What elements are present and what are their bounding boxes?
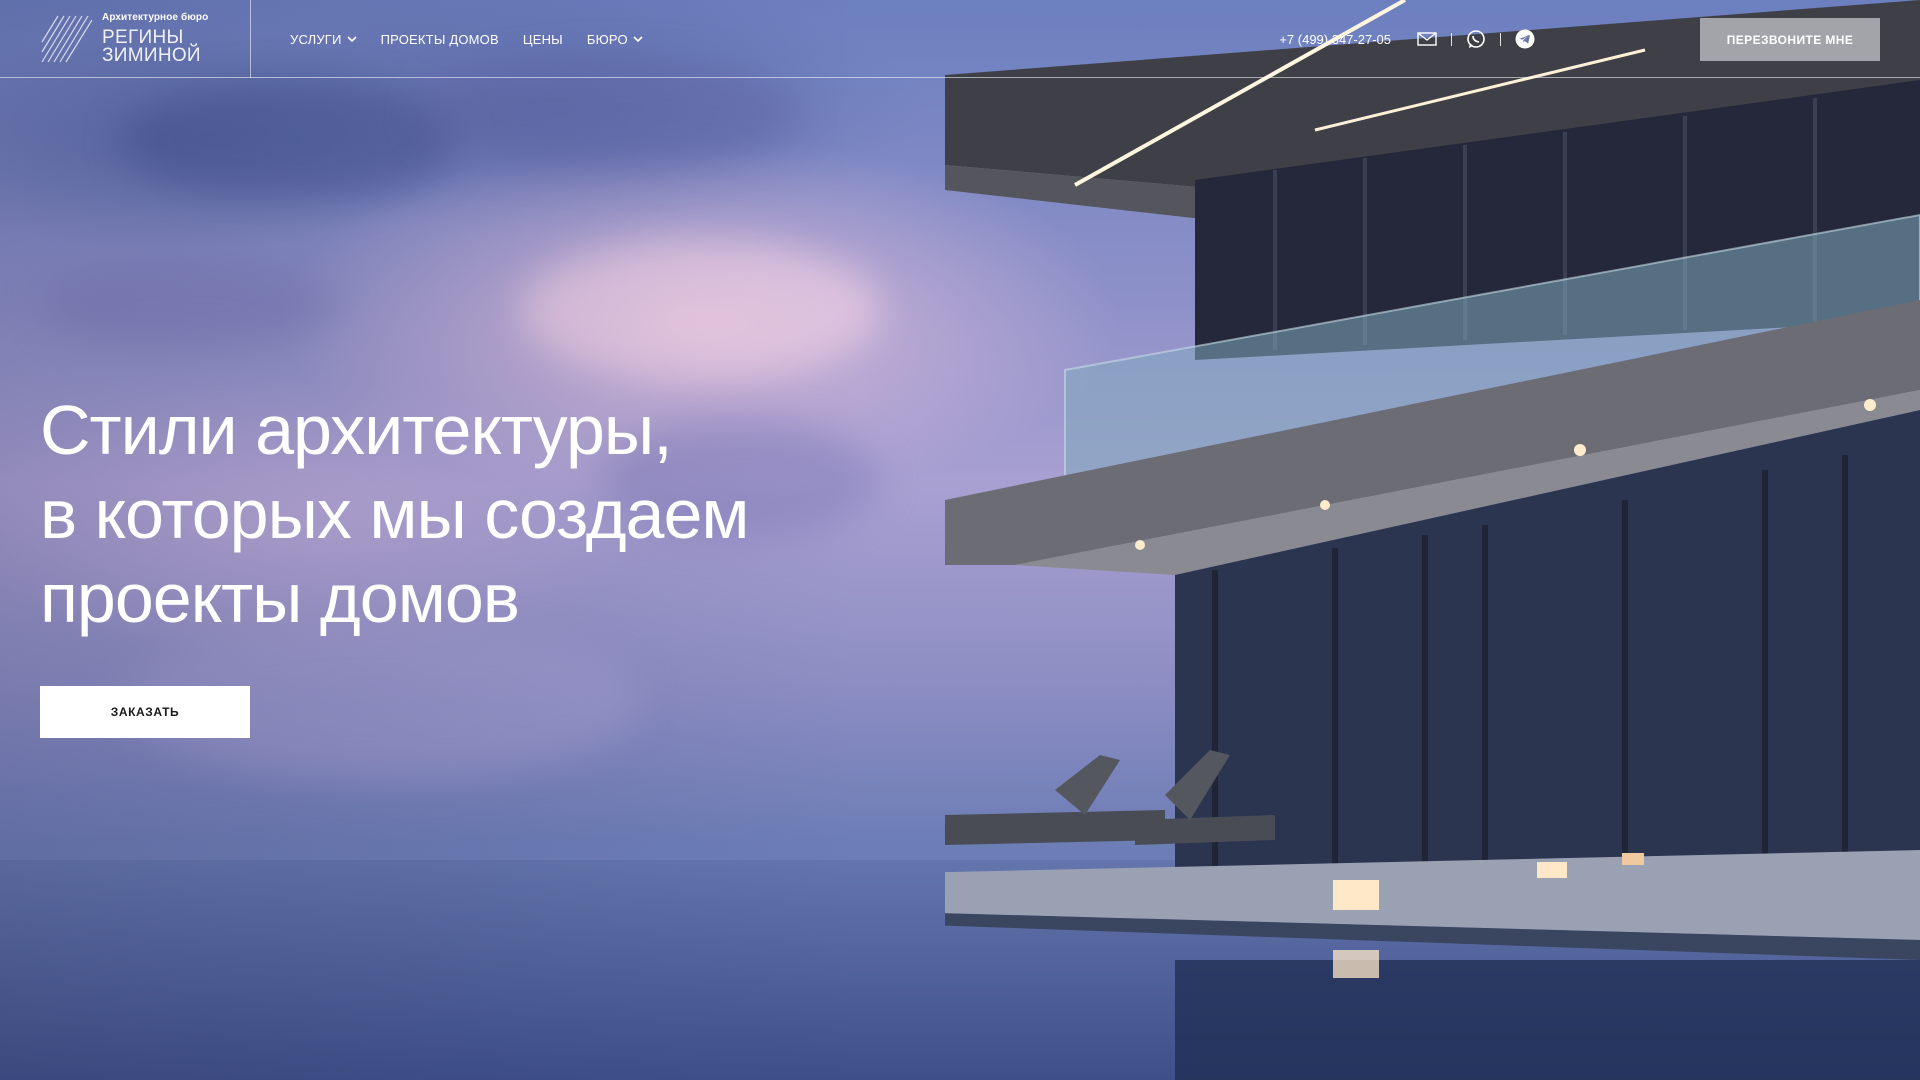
hero-title-line: Стили архитектуры, bbox=[40, 391, 673, 469]
hero-title-line: проекты домов bbox=[40, 559, 520, 637]
order-button[interactable]: ЗАКАЗАТЬ bbox=[40, 686, 250, 738]
nav-item-prices[interactable]: ЦЕНЫ bbox=[523, 32, 563, 47]
logo-mark-icon bbox=[41, 15, 92, 63]
logo-subtitle: Архитектурное бюро bbox=[102, 12, 209, 23]
chevron-down-icon bbox=[347, 36, 357, 43]
contact-separator bbox=[1451, 32, 1452, 46]
hero-title-line: в которых мы создаем bbox=[40, 475, 750, 553]
nav-item-label: УСЛУГИ bbox=[290, 31, 342, 47]
callback-button[interactable]: ПЕРЕЗВОНИТЕ МНЕ bbox=[1700, 18, 1880, 61]
nav-item-bureau[interactable]: БЮРО bbox=[587, 32, 643, 47]
logo-text: Архитектурное бюро РЕГИНЫ ЗИМИНОЙ bbox=[102, 12, 209, 66]
logo[interactable]: Архитектурное бюро РЕГИНЫ ЗИМИНОЙ bbox=[40, 10, 250, 68]
whatsapp-icon[interactable] bbox=[1466, 29, 1486, 49]
mail-icon[interactable] bbox=[1417, 29, 1437, 49]
phone-link[interactable]: +7 (499) 347-27-05 bbox=[1279, 32, 1391, 47]
telegram-icon[interactable] bbox=[1515, 29, 1535, 49]
header-divider bbox=[250, 0, 251, 78]
nav-item-house-projects[interactable]: ПРОЕКТЫ ДОМОВ bbox=[381, 32, 499, 47]
site-header: Архитектурное бюро РЕГИНЫ ЗИМИНОЙ УСЛУГИ… bbox=[0, 0, 1920, 78]
hero-title: Стили архитектуры, в которых мы создаем … bbox=[40, 388, 800, 640]
nav-item-services[interactable]: УСЛУГИ bbox=[290, 32, 357, 47]
nav-item-label: ЦЕНЫ bbox=[522, 31, 563, 47]
nav-item-label: БЮРО bbox=[586, 31, 628, 47]
chevron-down-icon bbox=[633, 36, 643, 43]
logo-name-line2: ЗИМИНОЙ bbox=[102, 45, 201, 66]
contact-separator bbox=[1500, 32, 1501, 46]
header-contacts: +7 (499) 347-27-05 bbox=[1279, 0, 1535, 78]
main-nav: УСЛУГИ ПРОЕКТЫ ДОМОВ ЦЕНЫ БЮРО bbox=[290, 0, 643, 78]
nav-item-label: ПРОЕКТЫ ДОМОВ bbox=[380, 31, 499, 47]
